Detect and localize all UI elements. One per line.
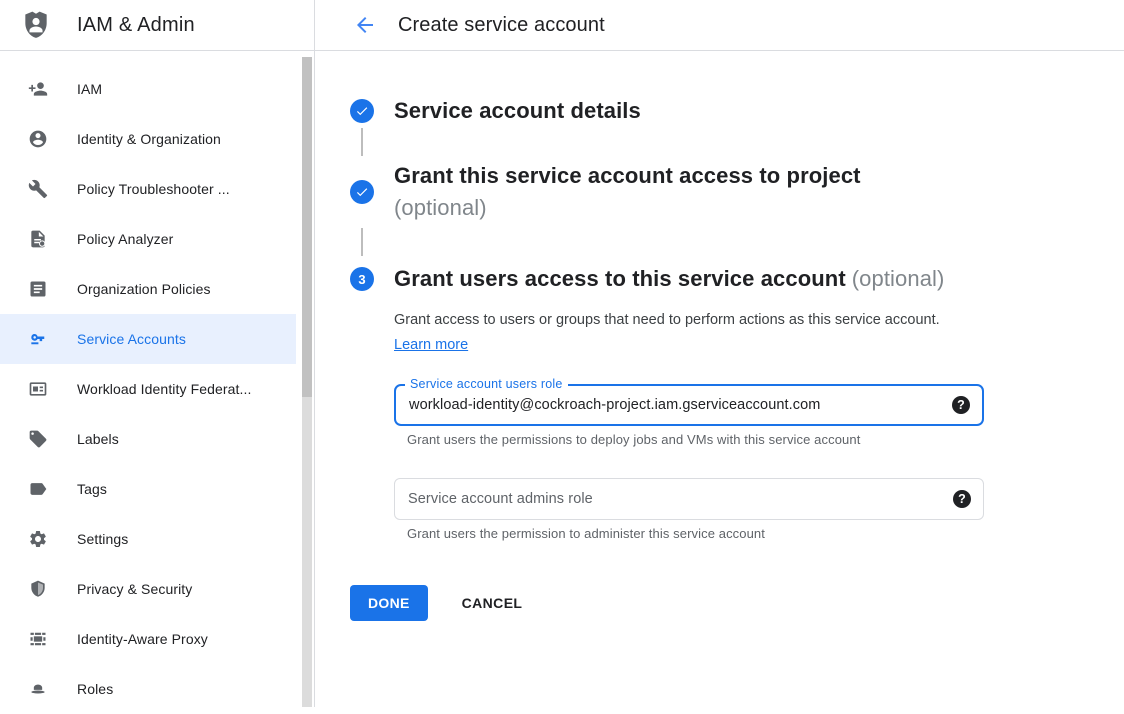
step-title: Grant this service account access to pro… [394,163,861,188]
back-button[interactable] [353,13,377,37]
sidebar-item-settings[interactable]: Settings [0,514,296,564]
wrench-icon [28,179,48,199]
sidebar-item-label: Roles [77,681,113,697]
help-icon[interactable]: ? [952,396,970,414]
sidebar-item-label: Workload Identity Federat... [77,381,252,397]
sidebar-item-privacy-security[interactable]: Privacy & Security [0,564,296,614]
done-button[interactable]: DONE [350,585,428,621]
app-title: IAM & Admin [77,14,195,37]
sidebar-item-label: IAM [77,81,102,97]
person-add-icon [28,79,48,99]
iap-icon [28,629,48,649]
app-window: IAM & Admin IAM Identity & Organization … [0,0,1124,707]
sidebar-item-label: Organization Policies [77,281,211,297]
users-role-field-group: Service account users role ? Grant users… [394,384,984,447]
step-optional-label: (optional) [394,192,861,224]
users-role-helper-text: Grant users the permissions to deploy jo… [407,432,984,447]
step-complete-check-icon [350,99,374,123]
sidebar-item-service-accounts[interactable]: Service Accounts [0,314,296,364]
step-optional-label: (optional) [852,266,945,291]
iam-admin-shield-logo-icon [20,9,52,41]
sidebar-item-identity-organization[interactable]: Identity & Organization [0,114,296,164]
sidebar-item-identity-aware-proxy[interactable]: Identity-Aware Proxy [0,614,296,664]
page-header: Create service account [315,0,1124,51]
step-grant-users-access[interactable]: 3 Grant users access to this service acc… [350,266,1124,292]
service-account-admins-role-input[interactable] [395,479,983,519]
sidebar-nav: IAM Identity & Organization Policy Troub… [0,51,314,714]
create-service-account-form: Service account details Grant this servi… [315,51,1124,621]
step-title: Grant users access to this service accou… [394,266,846,291]
sidebar-item-label: Identity & Organization [77,131,221,147]
step-number-badge: 3 [350,267,374,291]
admins-role-helper-text: Grant users the permission to administer… [407,526,984,541]
admins-role-field-group: ? Grant users the permission to administ… [394,478,984,541]
sidebar-item-labels[interactable]: Labels [0,414,296,464]
gear-icon [28,529,48,549]
sidebar-item-organization-policies[interactable]: Organization Policies [0,264,296,314]
sidebar-item-policy-troubleshooter[interactable]: Policy Troubleshooter ... [0,164,296,214]
sidebar-item-policy-analyzer[interactable]: Policy Analyzer [0,214,296,264]
sidebar-header: IAM & Admin [0,0,314,51]
roles-hat-icon [28,679,48,699]
sidebar-item-label: Identity-Aware Proxy [77,631,208,647]
sidebar-scrollbar-thumb[interactable] [302,57,312,397]
form-actions: DONE CANCEL [350,585,1124,621]
sidebar-scrollbar-track[interactable] [302,57,312,707]
label-tag-icon [28,429,48,449]
step-grant-access-to-project[interactable]: Grant this service account access to pro… [350,160,1124,224]
step-title: Service account details [394,98,641,123]
tag-arrow-icon [28,479,48,499]
sidebar-item-label: Service Accounts [77,331,186,347]
cancel-button[interactable]: CANCEL [456,594,529,612]
page-title: Create service account [398,14,605,37]
service-account-users-role-input[interactable] [396,386,982,424]
org-policies-doc-icon [28,279,48,299]
policy-analyzer-doc-icon [28,229,48,249]
sidebar-item-workload-identity-federation[interactable]: Workload Identity Federat... [0,364,296,414]
back-arrow-icon [353,13,377,37]
identity-person-icon [28,129,48,149]
step-connector [361,228,363,256]
main-panel: Create service account Service account d… [315,0,1124,707]
privacy-shield-icon [28,579,48,599]
step-description: Grant access to users or groups that nee… [394,308,946,358]
sidebar-item-iam[interactable]: IAM [0,64,296,114]
sidebar: IAM & Admin IAM Identity & Organization … [0,0,315,707]
sidebar-item-tags[interactable]: Tags [0,464,296,514]
step-service-account-details[interactable]: Service account details [350,98,1124,124]
sidebar-item-label: Policy Analyzer [77,231,173,247]
sidebar-item-label: Labels [77,431,119,447]
step-connector [361,128,363,156]
users-role-field-box: Service account users role ? [394,384,984,426]
learn-more-link[interactable]: Learn more [394,337,468,353]
sidebar-item-label: Privacy & Security [77,581,192,597]
sidebar-item-label: Settings [77,531,128,547]
sidebar-item-label: Tags [77,481,107,497]
workload-identity-card-icon [28,379,48,399]
sidebar-item-label: Policy Troubleshooter ... [77,181,230,197]
step-complete-check-icon [350,180,374,204]
help-icon[interactable]: ? [953,490,971,508]
service-account-key-icon [28,329,48,349]
admins-role-field-box: ? [394,478,984,520]
